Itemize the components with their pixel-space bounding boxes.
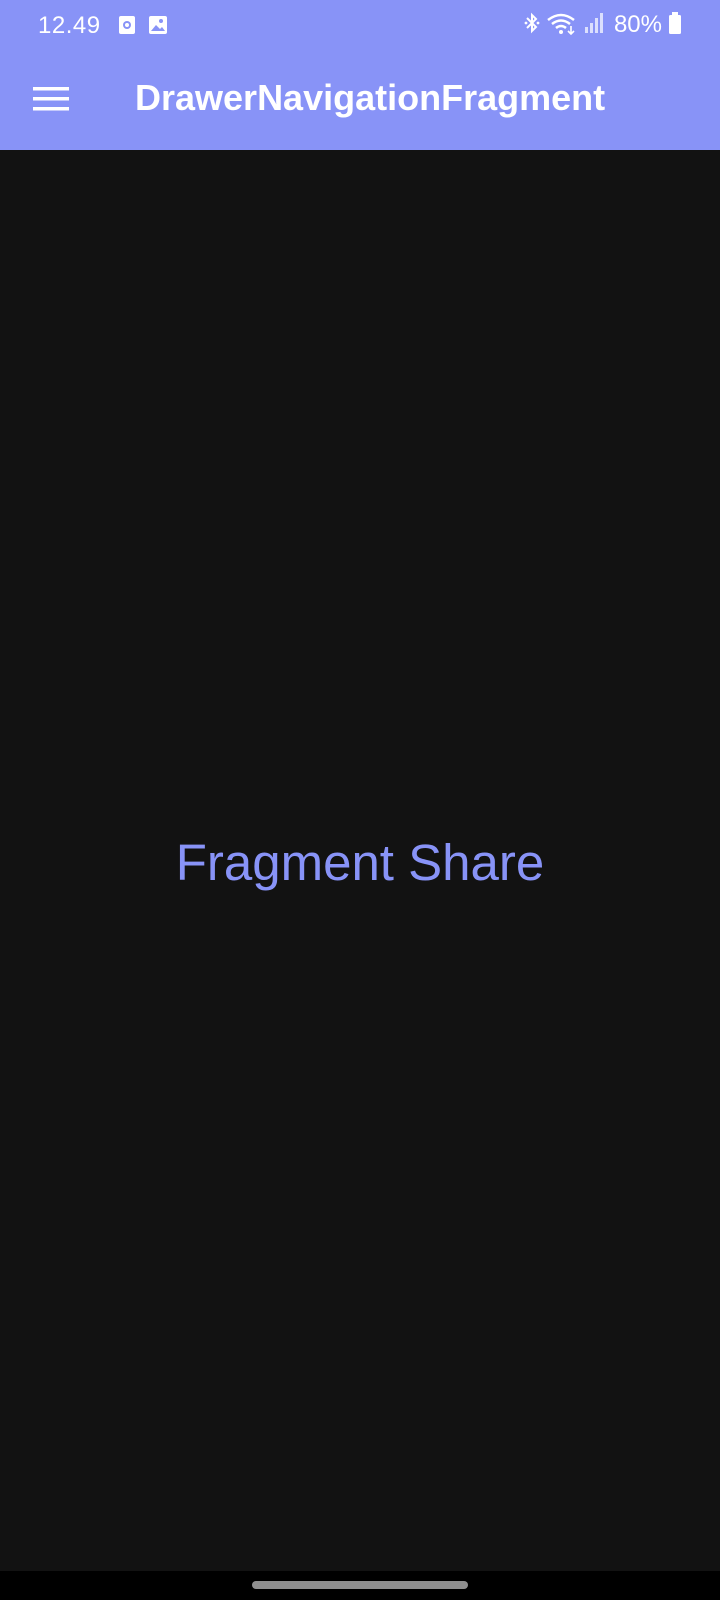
app-screen: 12.49 80% DrawerNavigationFragment Fragm… [0, 0, 720, 1600]
app-bar: DrawerNavigationFragment [0, 52, 720, 150]
fragment-content: Fragment Share [0, 150, 720, 1571]
menu-icon [33, 86, 69, 117]
fragment-label: Fragment Share [175, 834, 545, 891]
battery-percentage: 80% [613, 11, 662, 38]
app-title: DrawerNavigationFragment [135, 77, 606, 118]
battery-icon [668, 11, 682, 40]
status-time: 12.49 [38, 12, 101, 39]
bluetooth-icon [524, 12, 540, 39]
signal-icon [584, 12, 604, 39]
menu-button[interactable] [20, 70, 82, 132]
status-right-icons: 80% [524, 10, 682, 40]
home-gesture-handle[interactable] [252, 1581, 468, 1589]
wifi-icon [546, 11, 578, 40]
status-left-icons [118, 15, 168, 40]
image-notification-icon [148, 15, 168, 40]
screen-record-icon [118, 15, 136, 40]
status-bar: 12.49 80% [0, 0, 720, 52]
system-nav-bar [0, 1571, 720, 1600]
